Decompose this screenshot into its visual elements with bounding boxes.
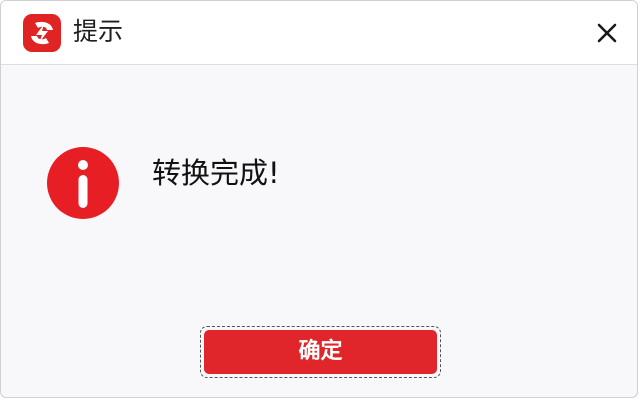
ok-button[interactable]: 确定 (204, 330, 437, 374)
app-logo-icon (23, 14, 61, 52)
alert-dialog: 提示 转换完成! 确定 (0, 0, 638, 398)
info-icon (45, 145, 121, 221)
close-icon (597, 23, 617, 43)
close-button[interactable] (591, 17, 623, 49)
dialog-title: 提示 (73, 17, 124, 46)
title-bar: 提示 (1, 1, 637, 65)
message-text: 转换完成! (152, 156, 280, 190)
